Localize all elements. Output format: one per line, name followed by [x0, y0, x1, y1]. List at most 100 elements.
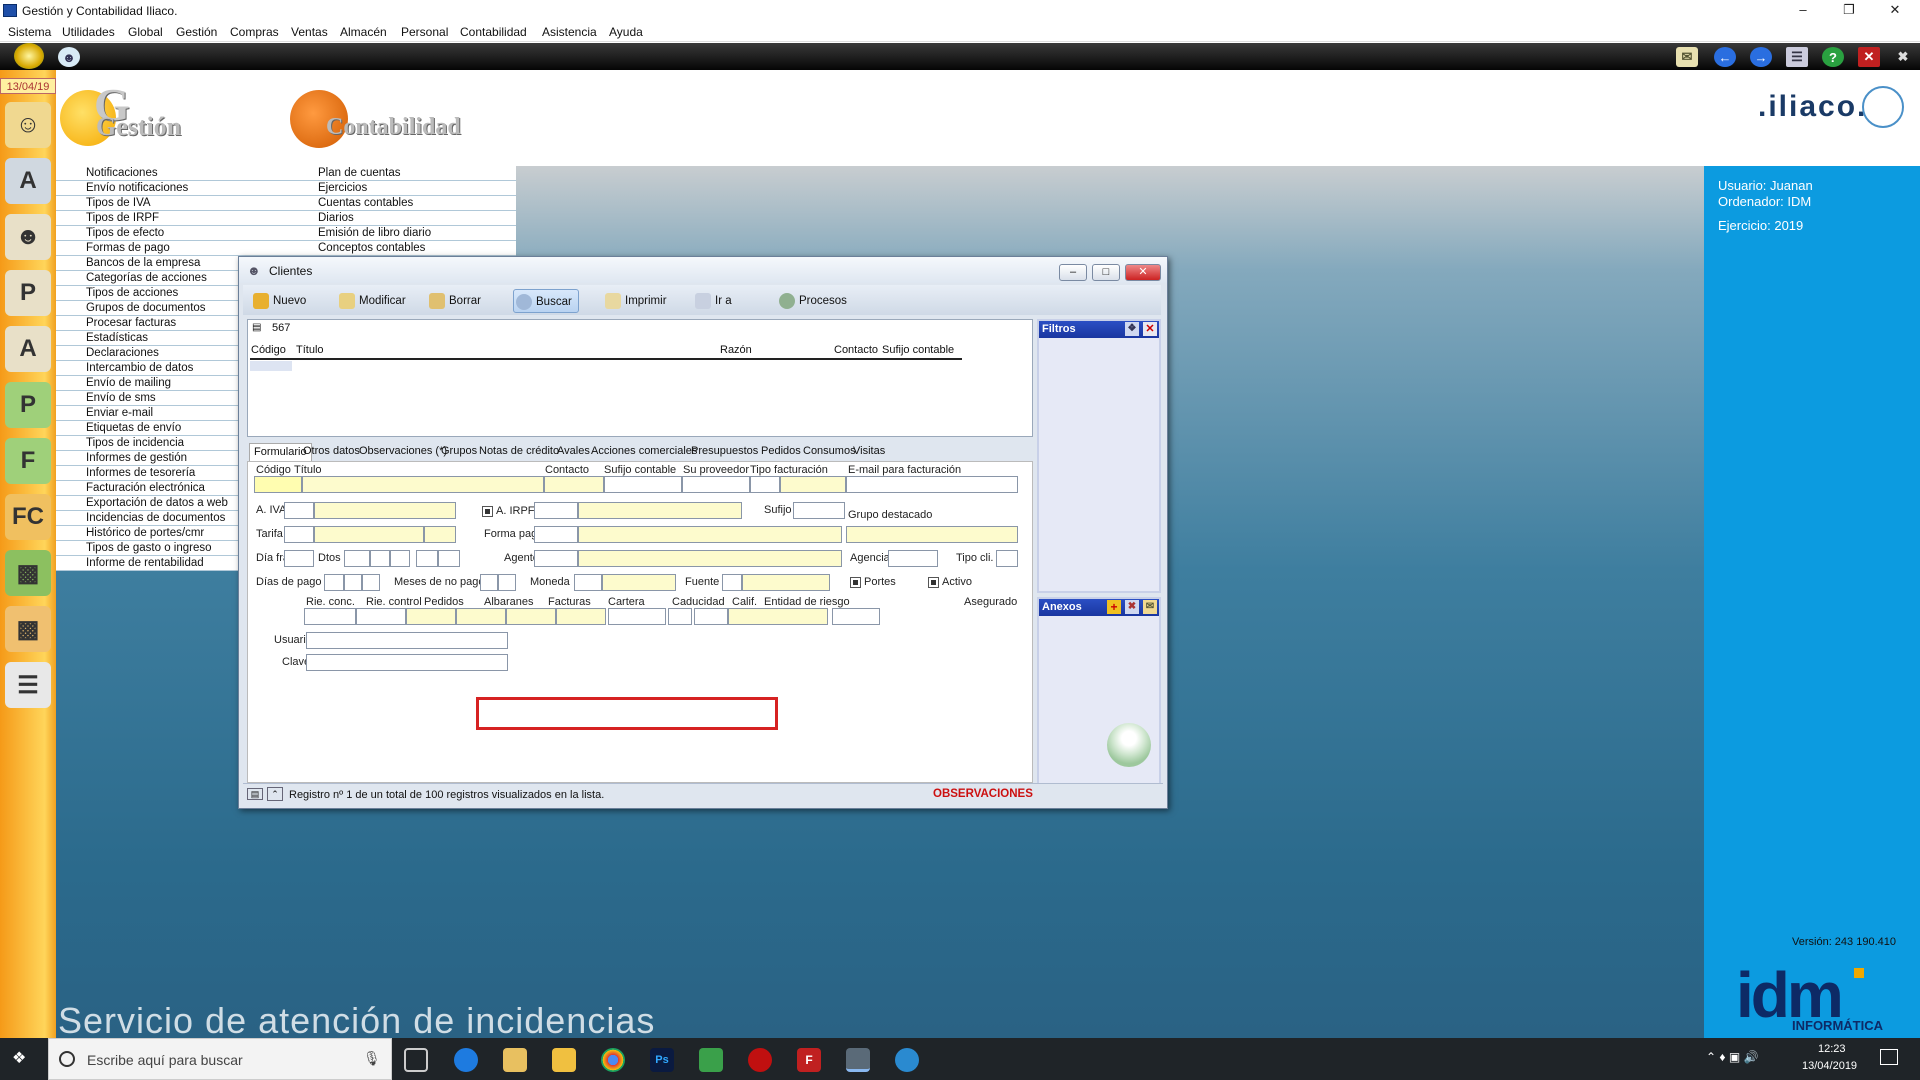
- ir-a-button[interactable]: Ir a: [693, 289, 732, 313]
- sufijo-contable-field[interactable]: [604, 476, 682, 493]
- mail-icon[interactable]: ✉: [1676, 47, 1698, 67]
- provider-p-icon[interactable]: P: [5, 270, 51, 316]
- tarifa-code-field[interactable]: [284, 526, 314, 543]
- col-titulo[interactable]: Título: [296, 344, 324, 356]
- col-contacto[interactable]: Contacto: [834, 344, 878, 356]
- su-proveedor-field[interactable]: [682, 476, 750, 493]
- taskbar-search-box[interactable]: Escribe aquí para buscar 🎙: [48, 1038, 392, 1080]
- tab-observaciones[interactable]: Observaciones (*): [359, 445, 447, 457]
- anexos-add-icon[interactable]: +: [1107, 600, 1121, 614]
- asegurado-field[interactable]: [832, 608, 880, 625]
- file-explorer-icon[interactable]: [552, 1048, 576, 1072]
- entidad-riesgo-code-field[interactable]: [694, 608, 728, 625]
- document-p-icon[interactable]: P: [5, 382, 51, 428]
- menu-compras[interactable]: Compras: [230, 25, 279, 39]
- dto5-field[interactable]: [438, 550, 460, 567]
- menu-contabilidad[interactable]: Contabilidad: [460, 25, 527, 39]
- teamviewer-icon[interactable]: [895, 1048, 919, 1072]
- activo-checkbox[interactable]: [928, 577, 939, 588]
- portes-checkbox[interactable]: [850, 577, 861, 588]
- folder-orange-icon[interactable]: ▩: [5, 606, 51, 652]
- agente-field[interactable]: [578, 550, 842, 567]
- edge-icon[interactable]: [454, 1048, 478, 1072]
- app-launcher-icon[interactable]: [503, 1048, 527, 1072]
- nuevo-button[interactable]: Nuevo: [251, 289, 306, 313]
- rie-control-field[interactable]: [356, 608, 406, 625]
- procesos-button[interactable]: Procesos: [777, 289, 847, 313]
- caducidad-field[interactable]: [608, 608, 666, 625]
- menu-asistencia[interactable]: Asistencia: [542, 25, 597, 39]
- contacts-a-icon[interactable]: A: [5, 158, 51, 204]
- anexos-remove-icon[interactable]: ✖: [1125, 600, 1139, 614]
- tab-pedidos[interactable]: Pedidos: [761, 445, 801, 457]
- back-arrow-icon[interactable]: ←: [1714, 47, 1736, 67]
- observaciones-link[interactable]: OBSERVACIONES: [933, 788, 1033, 800]
- menu-sistema[interactable]: Sistema: [8, 25, 51, 39]
- chrome-icon[interactable]: [601, 1048, 625, 1072]
- contab-item-diarios[interactable]: Diarios: [288, 211, 516, 226]
- list-icon[interactable]: ☰: [5, 662, 51, 708]
- close-all-icon[interactable]: ✖: [1892, 47, 1914, 67]
- clientes-close-button[interactable]: ✕: [1125, 264, 1161, 281]
- gestion-item-envio-notificaciones[interactable]: Envío notificaciones: [56, 181, 290, 196]
- agencia-field[interactable]: [888, 550, 938, 567]
- mes-no-pago1-field[interactable]: [480, 574, 498, 591]
- filtros-config-icon[interactable]: ❖: [1125, 322, 1139, 336]
- status-list-icon[interactable]: ▤: [247, 788, 263, 800]
- document-fc-icon[interactable]: FC: [5, 494, 51, 540]
- col-razon[interactable]: Razón: [720, 344, 752, 356]
- a-irpf-field[interactable]: [578, 502, 742, 519]
- gestion-item-tipos-iva[interactable]: Tipos de IVA: [56, 196, 290, 211]
- gestion-item-formas-pago[interactable]: Formas de pago: [56, 241, 290, 256]
- notifications-icon[interactable]: [1880, 1049, 1898, 1065]
- clientes-list[interactable]: ▤ 567 Código Título Razón Contacto Sufij…: [247, 319, 1033, 437]
- fuente-field[interactable]: [742, 574, 830, 591]
- tab-notas-credito[interactable]: Notas de crédito: [479, 445, 559, 457]
- clientes-minimize-button[interactable]: –: [1059, 264, 1087, 281]
- anexos-mail-icon[interactable]: ✉: [1143, 600, 1157, 614]
- tab-acciones-comerciales[interactable]: Acciones comerciales: [591, 445, 697, 457]
- sufijo-field[interactable]: [793, 502, 845, 519]
- windows-start-icon[interactable]: ❖: [12, 1050, 30, 1068]
- borrar-button[interactable]: Borrar: [427, 289, 481, 313]
- close-app-icon[interactable]: ✕: [1858, 47, 1880, 67]
- col-codigo[interactable]: Código: [251, 344, 286, 356]
- contab-item-plan-cuentas[interactable]: Plan de cuentas: [288, 166, 516, 181]
- a-irpf-checkbox[interactable]: [482, 506, 493, 517]
- col-sufijo-contable[interactable]: Sufijo contable: [882, 344, 954, 356]
- filezilla-icon[interactable]: F: [797, 1048, 821, 1072]
- dto4-field[interactable]: [416, 550, 438, 567]
- tipo-facturacion-code-field[interactable]: [750, 476, 780, 493]
- menu-ventas[interactable]: Ventas: [291, 25, 328, 39]
- menu-global[interactable]: Global: [128, 25, 163, 39]
- codigo-field[interactable]: [254, 476, 302, 493]
- fuente-code-field[interactable]: [722, 574, 742, 591]
- gestion-item-tipos-irpf[interactable]: Tipos de IRPF: [56, 211, 290, 226]
- folder-green-icon[interactable]: ▩: [5, 550, 51, 596]
- modificar-button[interactable]: Modificar: [337, 289, 406, 313]
- tab-avales[interactable]: Avales: [557, 445, 590, 457]
- minimize-button[interactable]: –: [1780, 0, 1826, 22]
- restore-button[interactable]: ❐: [1826, 0, 1872, 22]
- microphone-icon[interactable]: 🎙: [363, 1050, 381, 1067]
- menu-personal[interactable]: Personal: [401, 25, 448, 39]
- imprimir-button[interactable]: Imprimir: [603, 289, 667, 313]
- titulo-field[interactable]: [302, 476, 544, 493]
- clave-field[interactable]: [306, 654, 508, 671]
- person-icon[interactable]: ☻: [5, 214, 51, 260]
- cartera-field[interactable]: [556, 608, 606, 625]
- photoshop-icon[interactable]: Ps: [650, 1048, 674, 1072]
- buscar-button[interactable]: Buscar: [513, 289, 579, 313]
- facturas-field[interactable]: [506, 608, 556, 625]
- tab-presupuestos[interactable]: Presupuestos: [691, 445, 758, 457]
- home-sun-icon[interactable]: [14, 43, 44, 69]
- tab-otros-datos[interactable]: Otros datos: [303, 445, 360, 457]
- a-iva-code-field[interactable]: [284, 502, 314, 519]
- dia-pago3-field[interactable]: [362, 574, 380, 591]
- tab-visitas[interactable]: Visitas: [853, 445, 885, 457]
- help-icon[interactable]: ?: [1822, 47, 1844, 67]
- tray-icons[interactable]: ⌃ ♦ ▣ 🔊: [1706, 1050, 1758, 1064]
- contab-item-cuentas-contables[interactable]: Cuentas contables: [288, 196, 516, 211]
- forma-pago-field[interactable]: [578, 526, 842, 543]
- forward-arrow-icon[interactable]: →: [1750, 47, 1772, 67]
